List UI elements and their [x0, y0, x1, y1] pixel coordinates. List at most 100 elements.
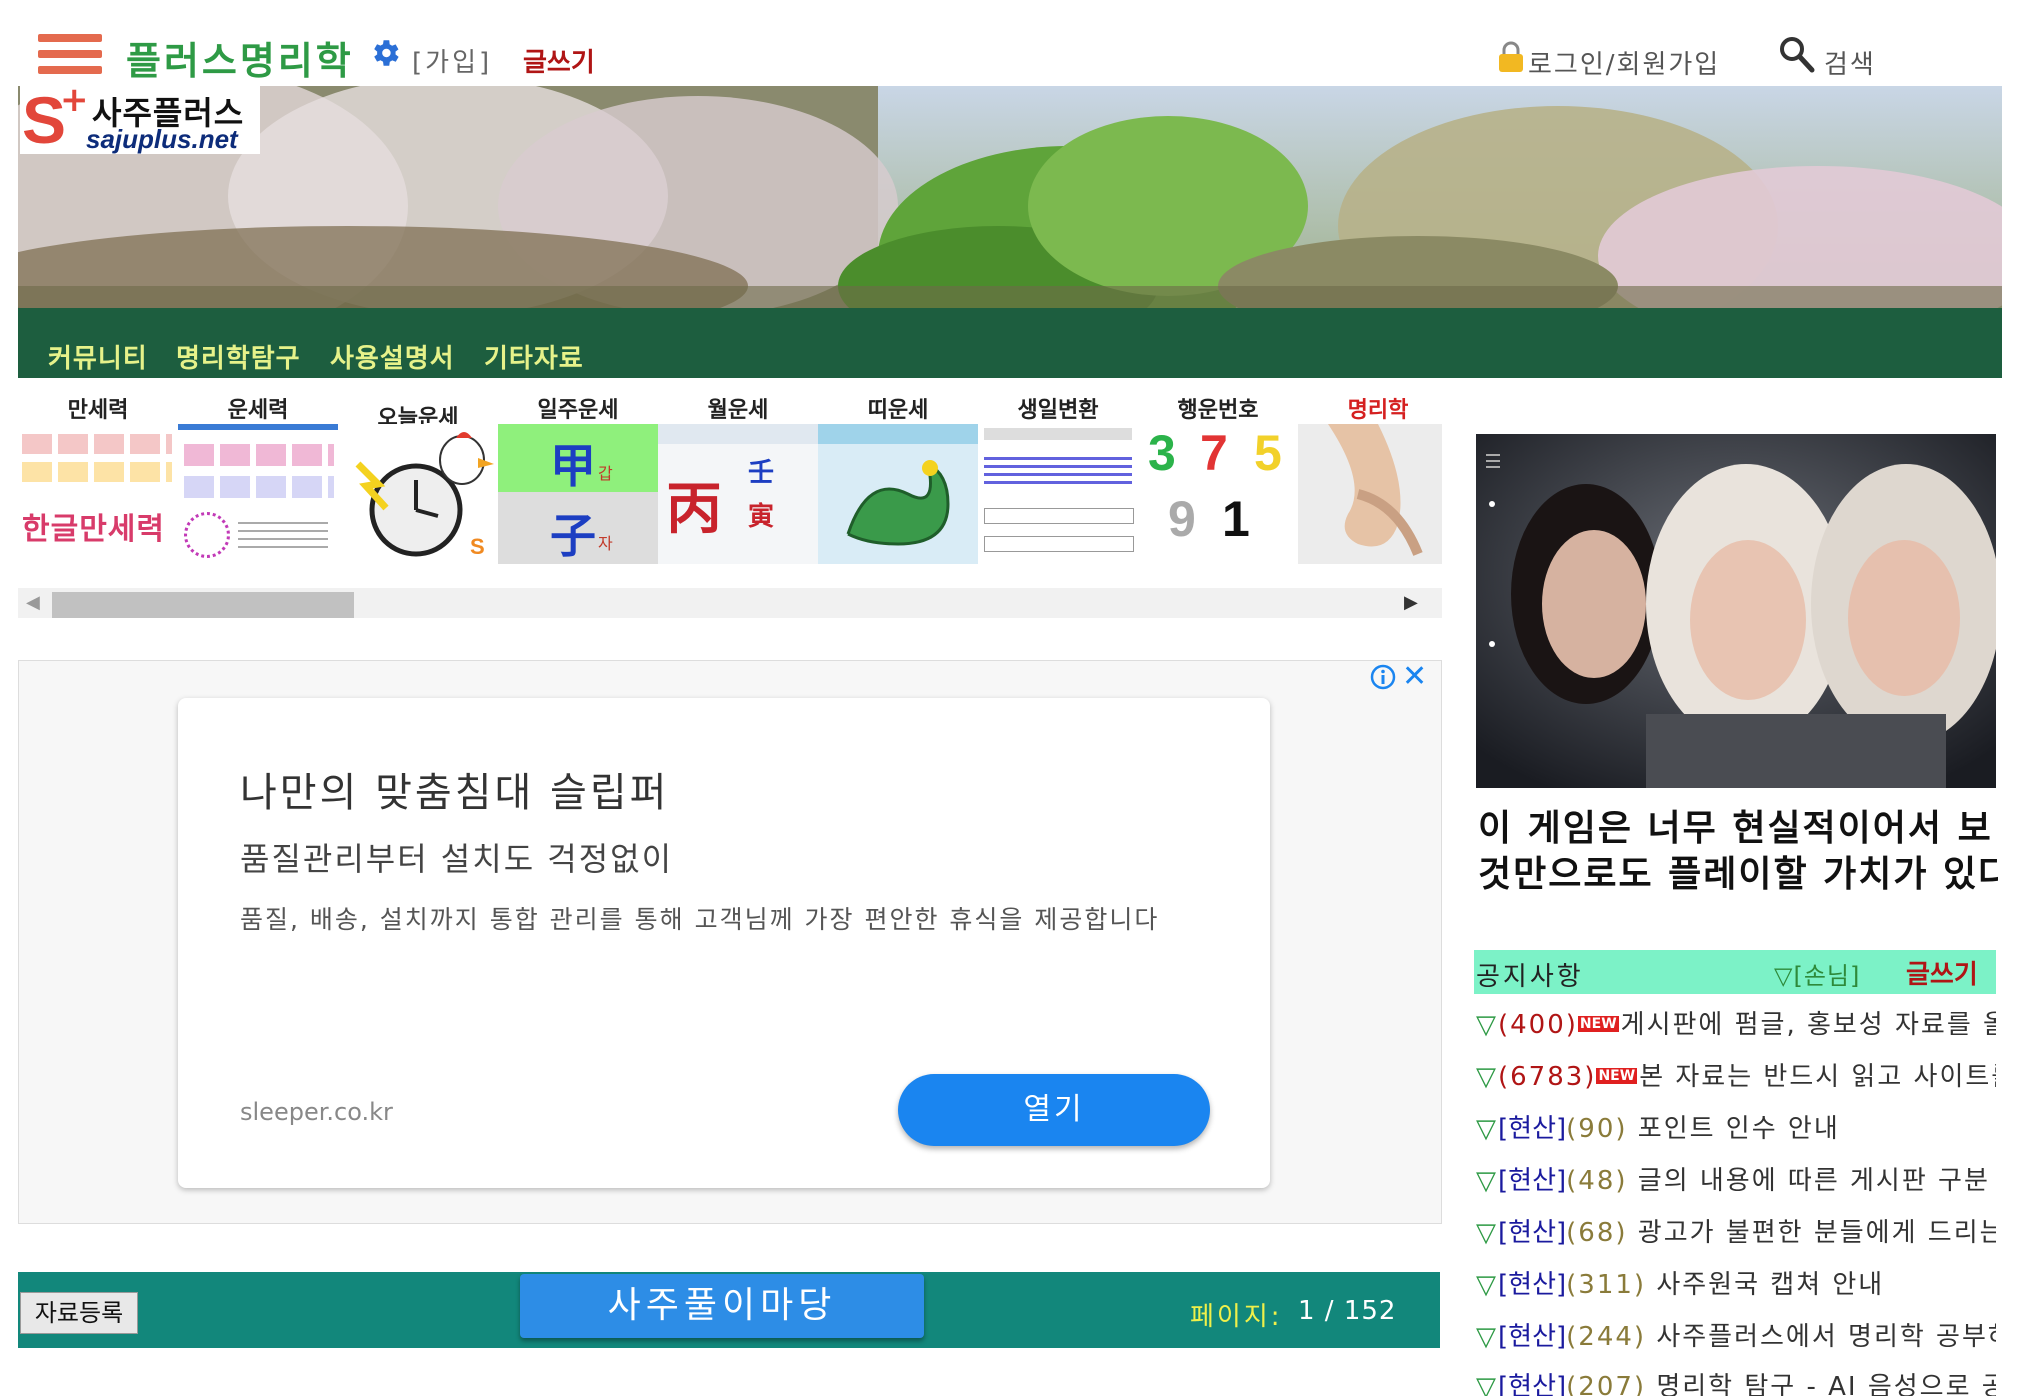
- notice-item[interactable]: ▽[현산](311) 사주원국 캡쳐 안내: [1476, 1264, 1996, 1304]
- notice-count: (311): [1566, 1270, 1647, 1300]
- tool-thumb: 한글만세력: [18, 424, 178, 564]
- tool-thumb: 丙 壬 寅: [658, 424, 818, 564]
- scroll-right-arrow-icon[interactable]: ▶: [1404, 592, 1418, 613]
- nav-item-etc[interactable]: 기타자료: [484, 338, 584, 375]
- logo-domain: sajuplus.net: [86, 124, 238, 154]
- tool-glyph: 甲: [550, 439, 596, 493]
- tool-glyph: 丙: [666, 476, 722, 542]
- main-nav: 커뮤니티 명리학탐구 사용설명서 기타자료: [18, 308, 2002, 378]
- tool-label: 월운세: [707, 398, 769, 423]
- board-title[interactable]: 사주풀이마당: [520, 1274, 924, 1338]
- ad-open-button[interactable]: 열기: [898, 1074, 1210, 1146]
- menu-icon[interactable]: [38, 32, 102, 76]
- lock-icon: [1499, 41, 1523, 72]
- nav-item-research[interactable]: 명리학탐구: [176, 338, 301, 375]
- notice-guest-link[interactable]: ▽[손님]: [1774, 956, 1860, 991]
- notice-title[interactable]: 공지사항: [1476, 956, 1584, 993]
- tool-glyph: 子: [550, 509, 596, 563]
- notice-item[interactable]: ▽[현산](48) 글의 내용에 따른 게시판 구분: [1476, 1160, 1996, 1200]
- notice-text[interactable]: 명리학 탐구 - AI 음성으로 공: [1656, 1372, 1996, 1396]
- notice-count: (207): [1566, 1372, 1647, 1396]
- ad-info-icon[interactable]: [1370, 664, 1396, 690]
- ad-domain[interactable]: sleeper.co.kr: [240, 1098, 393, 1126]
- tool-birthday-convert[interactable]: 생일변환: [978, 380, 1138, 566]
- tool-thumb: [978, 424, 1138, 564]
- tool-thumb-text: 한글만세력: [22, 512, 165, 547]
- notice-category: [현산]: [1498, 1218, 1567, 1248]
- page-indicator: 1 / 152: [1298, 1296, 1397, 1326]
- tool-label: 만세력: [67, 398, 129, 423]
- notice-category: [현산]: [1498, 1372, 1567, 1396]
- tool-today-fortune[interactable]: 오늘운세 S: [338, 380, 498, 566]
- lucky-number: 7: [1200, 425, 1228, 481]
- page-label: 페이지:: [1190, 1302, 1283, 1332]
- lucky-number: 5: [1254, 425, 1282, 481]
- ad-subheadline[interactable]: 품질관리부터 설치도 걱정없이: [240, 834, 673, 880]
- tool-lucky-number[interactable]: 행운번호 3 7 5 9 1: [1138, 380, 1298, 566]
- register-button[interactable]: 자료등록: [20, 1292, 138, 1334]
- tool-thumb: [178, 424, 338, 564]
- promo-headline-line[interactable]: 이 게임은 너무 현실적이어서 보: [1478, 806, 1998, 852]
- scrollbar-thumb[interactable]: [52, 592, 354, 618]
- notice-count: (68): [1566, 1218, 1628, 1248]
- promo-headline[interactable]: 이 게임은 너무 현실적이어서 보 것만으로도 플레이할 가치가 있다: [1478, 806, 1998, 898]
- logo-plus: +: [60, 80, 89, 120]
- tool-thumb: [818, 424, 978, 564]
- tool-label: 띠운세: [867, 398, 929, 423]
- tool-label: 행운번호: [1177, 398, 1259, 423]
- search-icon[interactable]: [1776, 34, 1816, 74]
- login-link[interactable]: 로그인/회원가입: [1528, 44, 1720, 81]
- notice-count: (48): [1566, 1166, 1628, 1196]
- new-badge: NEW: [1596, 1068, 1638, 1084]
- scroll-left-arrow-icon[interactable]: ◀: [26, 592, 40, 613]
- notice-item[interactable]: ▽[현산](68) 광고가 불편한 분들에게 드리는: [1476, 1212, 1996, 1252]
- tool-label: 명리학: [1347, 398, 1409, 423]
- lucky-number: 3: [1148, 425, 1176, 481]
- notice-item[interactable]: ▽[현산](90) 포인트 인수 안내: [1476, 1108, 1996, 1148]
- nav-item-community[interactable]: 커뮤니티: [48, 338, 148, 375]
- lucky-number: 1: [1222, 491, 1250, 547]
- notice-item[interactable]: ▽[현산](207) 명리학 탐구 - AI 음성으로 공: [1476, 1366, 1996, 1396]
- notice-text[interactable]: 사주원국 캡쳐 안내: [1656, 1270, 1884, 1300]
- nav-item-manual[interactable]: 사용설명서: [330, 338, 455, 375]
- notice-text[interactable]: 본 자료는 반드시 읽고 사이트를: [1639, 1062, 1996, 1092]
- tool-label: 생일변환: [1017, 398, 1099, 423]
- notice-item[interactable]: ▽(6783) NEW 본 자료는 반드시 읽고 사이트를: [1476, 1056, 1996, 1096]
- notice-count: (400): [1498, 1010, 1578, 1040]
- notice-text[interactable]: 사주플러스에서 명리학 공부하: [1656, 1322, 1996, 1352]
- tool-myeongrihak[interactable]: 명리학: [1298, 380, 1442, 566]
- tool-glyph: 壬: [748, 458, 775, 488]
- site-logo[interactable]: S + 사주플러스 sajuplus.net: [20, 80, 260, 157]
- tool-manseryeok[interactable]: 만세력 한글만세력: [18, 380, 178, 566]
- promo-headline-line[interactable]: 것만으로도 플레이할 가치가 있다: [1478, 852, 1998, 898]
- notice-write-link[interactable]: 글쓰기: [1906, 954, 1978, 991]
- tool-zodiac[interactable]: 띠운세: [818, 380, 978, 566]
- notice-count: (244): [1566, 1322, 1647, 1352]
- promo-image[interactable]: [1476, 434, 1996, 788]
- ad-body[interactable]: 품질, 배송, 설치까지 통합 관리를 통해 고객님께 가장 편안한 휴식을 제…: [240, 900, 1159, 936]
- notice-category: [현산]: [1498, 1166, 1567, 1196]
- tool-ilju[interactable]: 일주운세 甲 갑 子 자: [498, 380, 658, 566]
- join-link[interactable]: [가입]: [412, 42, 492, 79]
- tool-glyph-small: 갑: [598, 464, 613, 483]
- tool-thumb: 甲 갑 子 자: [498, 424, 658, 564]
- notice-text[interactable]: 광고가 불편한 분들에게 드리는: [1638, 1218, 1996, 1248]
- notice-category: [현산]: [1498, 1270, 1567, 1300]
- search-label[interactable]: 검색: [1824, 44, 1876, 81]
- close-icon[interactable]: ✕: [1402, 662, 1427, 692]
- write-link[interactable]: 글쓰기: [523, 42, 595, 79]
- notice-text[interactable]: 포인트 인수 안내: [1638, 1114, 1840, 1144]
- gear-icon[interactable]: [368, 36, 402, 70]
- notice-item[interactable]: ▽[현산](244) 사주플러스에서 명리학 공부하: [1476, 1316, 1996, 1356]
- notice-text[interactable]: 글의 내용에 따른 게시판 구분: [1638, 1166, 1990, 1196]
- notice-count: (6783): [1498, 1062, 1597, 1092]
- tool-thumb: S: [338, 424, 498, 564]
- tool-monthly[interactable]: 월운세 丙 壬 寅: [658, 380, 818, 566]
- notice-category: [현산]: [1498, 1322, 1567, 1352]
- notice-text[interactable]: 게시판에 펌글, 홍보성 자료를 올: [1621, 1010, 1996, 1040]
- tool-unseryeok[interactable]: 운세력: [178, 380, 338, 566]
- ad-headline[interactable]: 나만의 맞춤침대 슬립퍼: [240, 760, 669, 818]
- tool-glyph-small: 자: [598, 534, 613, 553]
- notice-item[interactable]: ▽(400) NEW 게시판에 펌글, 홍보성 자료를 올: [1476, 1004, 1996, 1044]
- site-title[interactable]: 플러스명리학: [126, 30, 354, 85]
